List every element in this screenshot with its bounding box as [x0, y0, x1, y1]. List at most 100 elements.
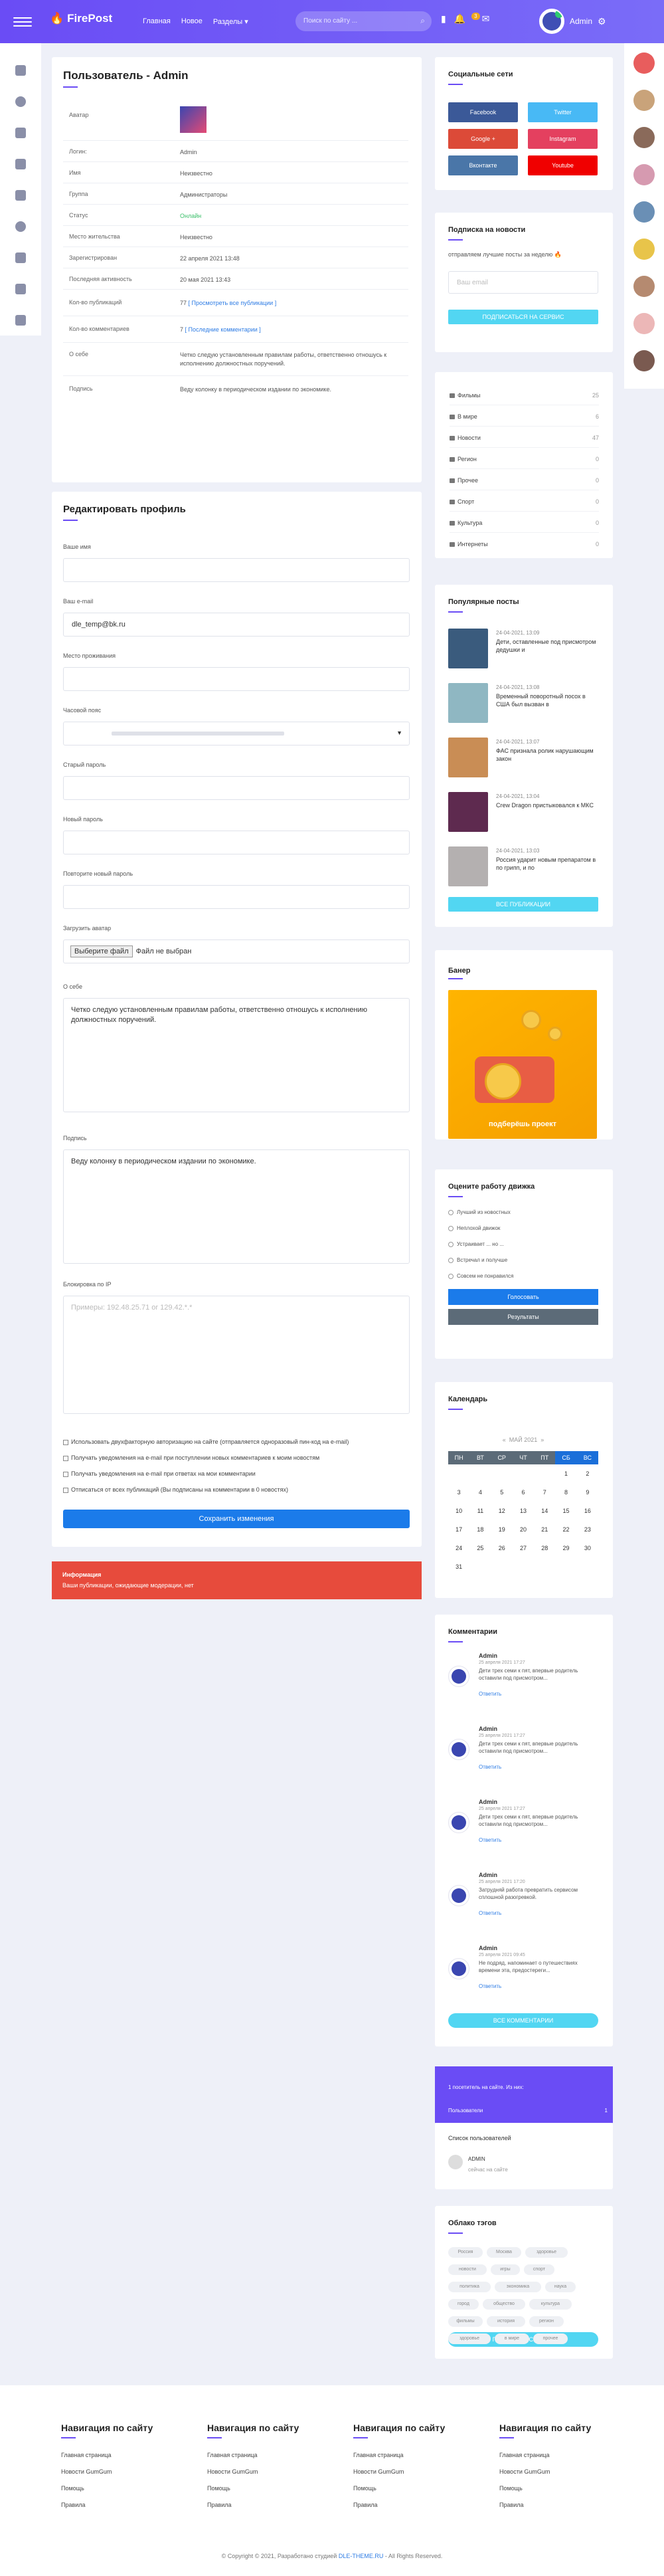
search-input[interactable]: Поиск по сайту ... ⌕	[295, 11, 432, 31]
info-icon[interactable]	[15, 96, 26, 107]
site-logo[interactable]: 🔥 FirePost	[50, 12, 112, 25]
avatar[interactable]	[633, 276, 655, 297]
calendar-day[interactable]: 31	[448, 1557, 469, 1576]
category-item[interactable]: Новости 47	[450, 435, 599, 448]
subscribe-email-input[interactable]: Ваш email	[448, 271, 598, 294]
online-user-link[interactable]: ADMIN	[468, 2156, 485, 2162]
notify-replies-checkbox[interactable]: Получать уведомления на e-mail при ответ…	[63, 1470, 256, 1477]
popular-post[interactable]: 24-04-2021, 13:08 Временный поворотный по…	[448, 683, 600, 723]
footer-link[interactable]: Главная страница	[353, 2452, 486, 2468]
calendar-day[interactable]: 18	[469, 1520, 491, 1539]
footer-link[interactable]: Главная страница	[61, 2452, 194, 2468]
youtube-button[interactable]: Youtube	[528, 155, 598, 175]
news-icon[interactable]	[15, 65, 26, 76]
category-item[interactable]: Прочее 0	[450, 477, 599, 490]
avatar[interactable]	[633, 239, 655, 260]
tag-item[interactable]: новости	[448, 2264, 487, 2275]
calendar-day[interactable]: 29	[555, 1539, 576, 1557]
tag-item[interactable]: игры	[491, 2264, 520, 2275]
calendar-day[interactable]: 26	[491, 1539, 513, 1557]
save-button[interactable]: Сохранить изменения	[63, 1510, 410, 1528]
tag-item[interactable]: культура	[529, 2299, 572, 2310]
footer-link[interactable]: Новости GumGum	[499, 2468, 632, 2485]
bookmark-icon[interactable]: ▮	[441, 13, 446, 25]
menu-icon[interactable]	[13, 15, 32, 28]
notify-news-checkbox[interactable]: Получать уведомления на e-mail при посту…	[63, 1454, 319, 1461]
calendar-day[interactable]: 15	[555, 1502, 576, 1520]
calendar-day[interactable]: 2	[577, 1464, 598, 1483]
category-item[interactable]: Регион 0	[450, 456, 599, 469]
vote-button[interactable]: Голосовать	[448, 1289, 598, 1305]
next-month-button[interactable]: »	[540, 1437, 544, 1443]
users-icon[interactable]	[15, 159, 26, 169]
popular-post[interactable]: 24-04-2021, 13:09 Дети, оставленные под п…	[448, 629, 600, 668]
search-icon[interactable]: ⌕	[420, 16, 425, 26]
tag-item[interactable]: прочее	[533, 2333, 568, 2344]
bell-icon[interactable]: 🔔 3	[454, 13, 480, 25]
vk-button[interactable]: Вконтакте	[448, 155, 518, 175]
all-comments-button[interactable]: ВСЕ КОММЕНТАРИИ	[448, 2013, 598, 2028]
avatar[interactable]	[633, 201, 655, 223]
nav-new[interactable]: Новое	[181, 17, 203, 26]
poll-option[interactable]: Устраивает ... но ...	[448, 1241, 504, 1247]
about-textarea[interactable]: Четко следую установленным правилам рабо…	[63, 998, 410, 1112]
calendar-day[interactable]: 5	[491, 1483, 513, 1502]
music-icon[interactable]	[15, 252, 26, 263]
mail-icon[interactable]: ✉	[482, 13, 490, 25]
calendar-day[interactable]: 30	[577, 1539, 598, 1557]
tag-item[interactable]: Москва	[487, 2247, 521, 2258]
avatar[interactable]	[633, 313, 655, 334]
username[interactable]: Admin	[570, 17, 592, 26]
avatar[interactable]	[633, 350, 655, 371]
category-item[interactable]: Культура 0	[450, 520, 599, 533]
twitter-button[interactable]: Twitter	[528, 102, 598, 122]
name-field[interactable]	[63, 558, 410, 582]
calendar-day[interactable]: 1	[555, 1464, 576, 1483]
footer-link[interactable]: Правила	[499, 2502, 632, 2518]
calendar-day[interactable]: 9	[577, 1483, 598, 1502]
category-item[interactable]: Спорт 0	[450, 498, 599, 512]
tag-item[interactable]: город	[448, 2299, 479, 2310]
subscribe-button[interactable]: ПОДПИСАТЬСЯ НА СЕРВИС	[448, 310, 598, 324]
calendar-day[interactable]: 19	[491, 1520, 513, 1539]
tag-item[interactable]: общество	[483, 2299, 525, 2310]
calendar-day[interactable]: 28	[534, 1539, 555, 1557]
all-posts-button[interactable]: ВСЕ ПУБЛИКАЦИИ	[448, 897, 598, 912]
post-thumbnail[interactable]	[448, 792, 488, 832]
footer-link[interactable]: Помощь	[207, 2485, 340, 2502]
reply-link[interactable]: Ответить	[479, 1764, 501, 1770]
timezone-select[interactable]: ▼	[63, 722, 410, 745]
tag-item[interactable]: здоровье	[448, 2333, 491, 2344]
calendar-day[interactable]: 10	[448, 1502, 469, 1520]
calendar-day[interactable]: 25	[469, 1539, 491, 1557]
poll-option[interactable]: Лучший из новостных	[448, 1209, 511, 1215]
prev-month-button[interactable]: «	[503, 1437, 506, 1443]
old-password-field[interactable]	[63, 776, 410, 800]
avatar[interactable]	[633, 127, 655, 148]
reply-link[interactable]: Ответить	[479, 1691, 501, 1697]
repeat-password-field[interactable]	[63, 885, 410, 909]
popular-post[interactable]: 24-04-2021, 13:03 Россия ударит новым пре…	[448, 846, 600, 886]
calendar-day[interactable]: 22	[555, 1520, 576, 1539]
tag-item[interactable]: фильмы	[448, 2316, 483, 2327]
play-icon[interactable]	[15, 221, 26, 232]
footer-link[interactable]: Правила	[353, 2502, 486, 2518]
footer-link[interactable]: Новости GumGum	[207, 2468, 340, 2485]
calendar-day[interactable]: 16	[577, 1502, 598, 1520]
calendar-day[interactable]: 27	[513, 1539, 534, 1557]
avatar[interactable]	[633, 164, 655, 185]
city-field[interactable]	[63, 667, 410, 691]
two-factor-checkbox[interactable]: Использовать двухфакторную авторизацию н…	[63, 1438, 349, 1445]
footer-link[interactable]: Помощь	[499, 2485, 632, 2502]
results-button[interactable]: Результаты	[448, 1309, 598, 1325]
tag-item[interactable]: история	[487, 2316, 525, 2327]
instagram-button[interactable]: Instagram	[528, 129, 598, 149]
calendar-day[interactable]: 7	[534, 1483, 555, 1502]
ip-block-textarea[interactable]: Примеры: 192.48.25.71 or 129.42.*.*	[63, 1296, 410, 1414]
tag-item[interactable]: спорт	[524, 2264, 554, 2275]
calendar-day[interactable]: 21	[534, 1520, 555, 1539]
new-password-field[interactable]	[63, 831, 410, 854]
tag-item[interactable]: политика	[448, 2282, 491, 2292]
calendar-day[interactable]: 3	[448, 1483, 469, 1502]
avatar[interactable]	[633, 90, 655, 111]
